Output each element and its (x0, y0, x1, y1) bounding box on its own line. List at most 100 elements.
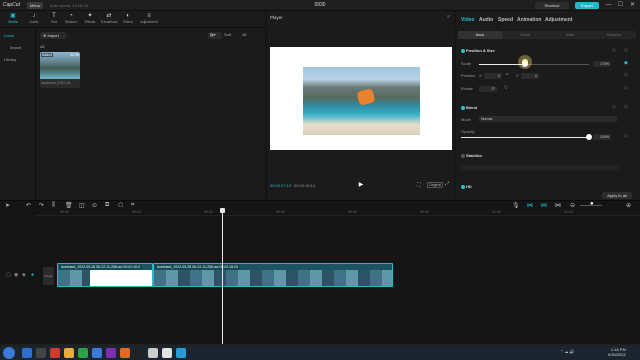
apply-to-all-button[interactable]: Apply to all (602, 192, 632, 199)
ratio-button[interactable]: Original (427, 182, 444, 188)
scale-value[interactable]: 173% (593, 61, 611, 67)
tool-effects[interactable]: ✦ Effects (81, 12, 99, 27)
playhead[interactable] (222, 208, 223, 346)
import-button[interactable]: ⊕ Import (40, 32, 66, 39)
taskbar-app-icon[interactable] (120, 348, 130, 358)
tool-filters[interactable]: ◐ Filters (119, 12, 137, 27)
pos-y-field[interactable]: 0 (521, 73, 539, 79)
filter-button[interactable]: All (242, 32, 246, 37)
taskbar-app-icon[interactable] (134, 348, 144, 358)
rotate-icon[interactable]: ↻ (504, 85, 508, 91)
more-icon[interactable]: ≡ (447, 14, 450, 20)
rotate-tool-icon[interactable]: ⬠ (118, 202, 123, 209)
tool-text[interactable]: T Text (45, 12, 63, 27)
preview-axis-icon[interactable]: ⋈ (555, 202, 561, 209)
taskbar-app-icon[interactable] (78, 348, 88, 358)
pos-x-field[interactable]: 0 (484, 73, 502, 79)
zoom-out-icon[interactable]: ⊖ (570, 202, 575, 209)
media-thumbnail[interactable]: Added 00:39 Iandmark_2022-09... (40, 52, 80, 88)
mute-track-icon[interactable]: ◈ (22, 272, 26, 278)
view-toggle-button[interactable]: ▦▾ (208, 32, 222, 39)
opacity-slider-knob[interactable] (586, 134, 592, 140)
link-clips-icon[interactable]: ⋈ (541, 202, 547, 209)
split-icon[interactable]: ⫼ (52, 202, 55, 209)
keyframe-icon[interactable]: ◇ (624, 47, 628, 53)
tool-media[interactable]: ▣ Media (4, 12, 22, 27)
blend-mode-select[interactable]: Normal (479, 116, 617, 122)
crop-icon[interactable]: ⌗ (131, 202, 134, 209)
shortcut-button[interactable]: Shortcut (535, 2, 569, 9)
position-size-toggle[interactable] (461, 49, 465, 53)
taskbar-app-icon[interactable] (92, 348, 102, 358)
zoom-slider-knob[interactable]: ● (590, 201, 594, 207)
taskbar-app-icon[interactable] (36, 348, 46, 358)
delete-icon[interactable]: 🗑 (65, 202, 73, 209)
taskbar-app-icon[interactable] (162, 348, 172, 358)
time-ruler[interactable]: 00:00 00:10 00:20 00:30 00:40 00:50 01:0… (36, 210, 640, 216)
maximize-button[interactable]: ☐ (616, 1, 625, 10)
tab-video[interactable]: Video (461, 17, 475, 23)
stabilize-select[interactable] (461, 165, 619, 170)
taskbar-app-icon[interactable] (176, 348, 186, 358)
video-canvas[interactable] (270, 47, 452, 150)
record-audio-icon[interactable]: 🎙 (512, 202, 520, 209)
reset-icon[interactable]: ◇ (612, 47, 616, 53)
side-item-library[interactable]: Library (4, 56, 32, 63)
hd-toggle[interactable] (461, 185, 465, 189)
clock[interactable]: 1:16 PM 9/30/2022 (608, 347, 626, 357)
tab-audio[interactable]: Audio (479, 17, 493, 23)
export-button[interactable]: Export (575, 2, 599, 9)
subtab-cutout[interactable]: Cutout (503, 31, 547, 39)
taskbar-app-icon[interactable] (64, 348, 74, 358)
side-item-import[interactable]: Import (10, 44, 38, 51)
subtab-mask[interactable]: Mask (548, 31, 592, 39)
tab-speed[interactable]: Speed (498, 17, 513, 23)
taskbar-app-icon[interactable] (148, 348, 158, 358)
play-icon[interactable]: ▶ (357, 181, 365, 189)
tool-audio[interactable]: ♪ Audio (25, 12, 43, 27)
close-button[interactable]: ✕ (628, 1, 637, 10)
rotate-field[interactable]: 0° (479, 86, 497, 92)
tool-stickers[interactable]: ◔ Stickers (62, 12, 80, 27)
taskbar-app-icon[interactable] (106, 348, 116, 358)
system-tray[interactable]: ⌃ ☁ 🔊 (560, 349, 575, 354)
lock-track-icon[interactable]: ▢ (6, 272, 11, 278)
taskbar-app-icon[interactable] (50, 348, 60, 358)
tool-adjustment[interactable]: ≡ Adjustment (138, 12, 160, 27)
subtab-basic[interactable]: Basic (458, 31, 502, 39)
undo-icon[interactable]: ↶ (26, 202, 31, 209)
taskbar-app-icon[interactable] (22, 348, 32, 358)
video-clip[interactable]: landmark_2022-09-28 06-22-11-258.avi 00:… (153, 263, 393, 287)
subtab-enhance[interactable]: Enhance (592, 31, 636, 39)
fullscreen-icon[interactable]: ⤢ (445, 181, 449, 187)
select-tool-icon[interactable]: ➤ (5, 202, 10, 209)
scale-keyframe-icon[interactable]: ◆ (624, 60, 628, 66)
playhead-handle[interactable] (220, 208, 225, 213)
opacity-keyframe-icon[interactable]: ◇ (624, 133, 628, 139)
reverse-icon[interactable]: ⊙ (92, 202, 97, 209)
stabilize-toggle[interactable] (461, 154, 465, 158)
blend-reset-icon[interactable]: ◇ (612, 104, 616, 110)
tool-transitions[interactable]: ⇄ Transitions (100, 12, 118, 27)
hide-track-icon[interactable]: ◉ (14, 272, 18, 278)
tab-animation[interactable]: Animation (517, 17, 541, 23)
freeze-icon[interactable]: ◫ (79, 202, 85, 209)
video-clip[interactable]: landmark_2022-09-28 06-22-11-258.avi 00:… (57, 263, 153, 287)
fit-icon[interactable]: ⛶ (417, 182, 421, 188)
zoom-in-icon[interactable]: ⊕ (626, 202, 631, 209)
rotate-keyframe-icon[interactable]: ◇ (624, 85, 628, 91)
link-icon[interactable]: ⚭ (505, 72, 509, 78)
blend-toggle[interactable] (461, 106, 465, 110)
position-keyframe-icon[interactable]: ◇ (624, 72, 628, 78)
side-item-local[interactable]: Local (4, 32, 32, 39)
mirror-icon[interactable]: ⧉ (105, 202, 109, 209)
redo-icon[interactable]: ↷ (39, 202, 44, 209)
tab-adjustment[interactable]: Adjustment (545, 17, 573, 23)
magnet-icon[interactable]: ⋈ (527, 202, 533, 209)
start-button[interactable] (3, 347, 15, 359)
minimize-button[interactable]: — (604, 1, 613, 10)
cover-button[interactable]: Cover (43, 267, 54, 285)
blend-keyframe-icon[interactable]: ◇ (624, 104, 628, 110)
sort-button[interactable]: Sort (224, 32, 231, 37)
menu-button[interactable]: Menu (27, 2, 43, 9)
